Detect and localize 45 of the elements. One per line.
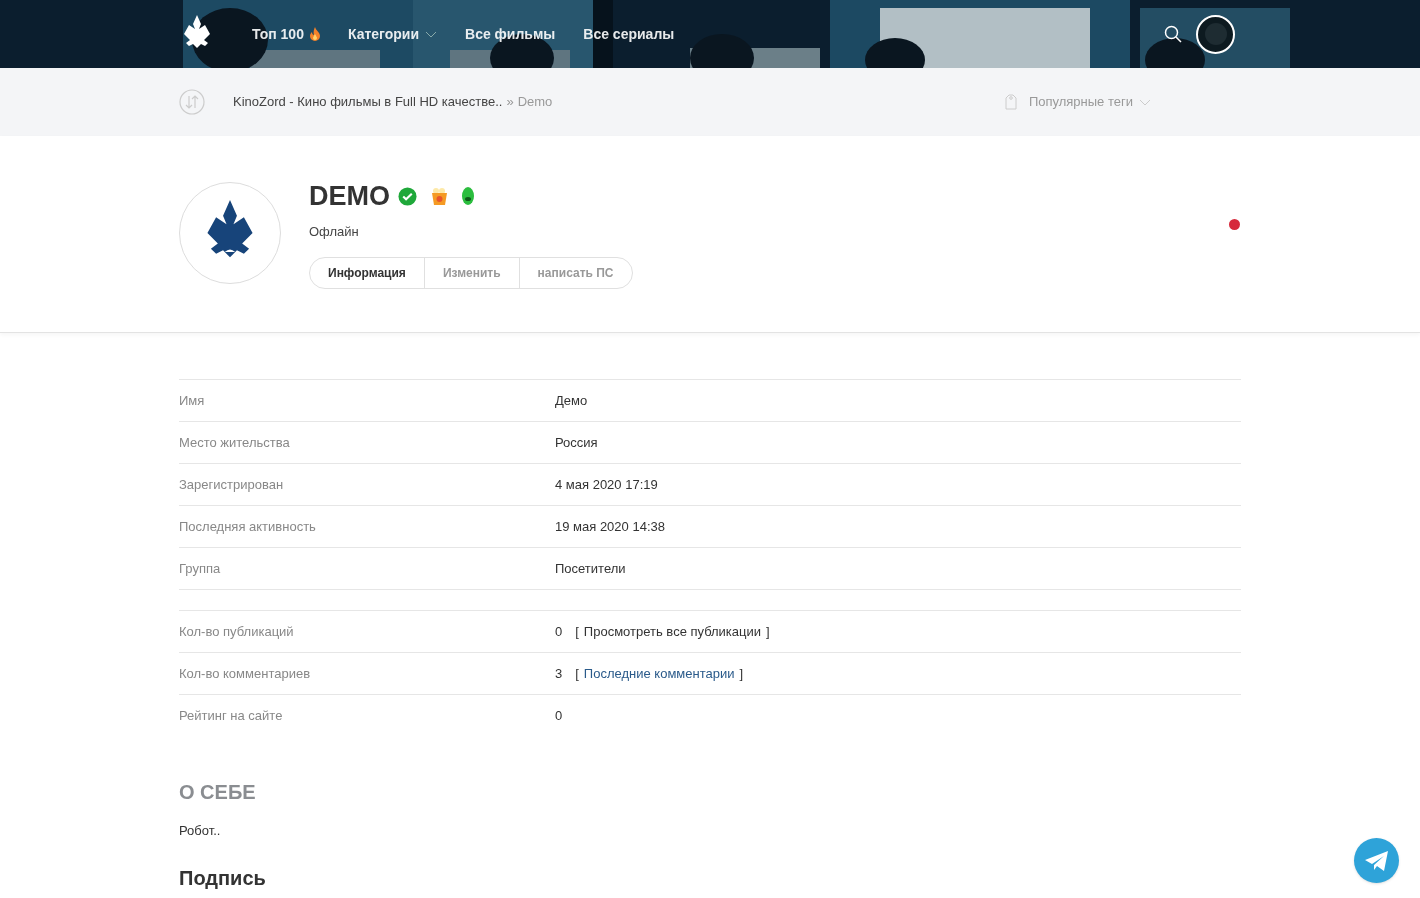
breadcrumb-current: Demo bbox=[517, 93, 553, 112]
chevron-icon bbox=[1139, 98, 1151, 106]
bracket: ] bbox=[739, 664, 744, 683]
profile-link[interactable]: Просмотреть все публикации bbox=[583, 621, 762, 642]
bracket: [ bbox=[575, 664, 579, 683]
field-value: 0 bbox=[555, 622, 563, 641]
flame-icon bbox=[309, 27, 320, 41]
section-heading: Подпись bbox=[179, 866, 267, 889]
telegram-button[interactable] bbox=[1354, 838, 1399, 883]
field-label: Рейтинг на сайте bbox=[179, 707, 284, 726]
tag-icon bbox=[1004, 94, 1017, 110]
paper-plane-icon bbox=[1364, 850, 1389, 871]
field-label: Имя bbox=[179, 391, 206, 410]
field-value: Посетители bbox=[555, 559, 626, 578]
bracket: [ bbox=[575, 622, 579, 641]
field-label: Место жительства bbox=[179, 433, 291, 452]
bracket: ] bbox=[766, 622, 770, 641]
mask-icon bbox=[462, 187, 474, 205]
nav-link[interactable]: Все сериалы bbox=[583, 23, 675, 45]
field-value: Демо bbox=[555, 391, 588, 410]
field-label: Последняя активность bbox=[179, 517, 317, 536]
field-label: Кол-во публикаций bbox=[179, 622, 295, 641]
profile-link[interactable]: Последние комментарии bbox=[583, 663, 735, 684]
field-value: 4 мая 2020 17:19 bbox=[555, 475, 658, 494]
field-value: 0 bbox=[555, 707, 563, 726]
section-heading: О СЕБЕ bbox=[179, 780, 257, 805]
field-label: Группа bbox=[179, 559, 222, 578]
about-text: Робот.. bbox=[179, 822, 222, 840]
breadcrumb-separator: » bbox=[506, 93, 514, 112]
nav-link[interactable]: Категории bbox=[347, 23, 438, 45]
nav-link[interactable]: Топ 100 bbox=[252, 23, 320, 45]
breadcrumb-link[interactable]: KinoZord - Кино фильмы в Full HD качестве.. bbox=[233, 92, 503, 112]
field-value: Россия bbox=[555, 433, 598, 452]
chevron-icon bbox=[425, 30, 438, 38]
field-label: Кол-во комментариев bbox=[179, 664, 312, 683]
verified-icon bbox=[398, 186, 417, 206]
nav-link[interactable]: Все фильмы bbox=[465, 23, 556, 45]
popcorn-icon bbox=[431, 187, 448, 205]
online-status: Офлайн bbox=[309, 223, 360, 241]
field-value: 3 bbox=[555, 664, 563, 683]
profile-tab[interactable]: Информация bbox=[310, 257, 424, 288]
field-value: 19 мая 2020 14:38 bbox=[555, 517, 665, 536]
user-name: DEMO bbox=[309, 182, 390, 210]
search-icon[interactable] bbox=[1164, 25, 1182, 43]
field-label: Зарегистрирован bbox=[179, 475, 285, 494]
